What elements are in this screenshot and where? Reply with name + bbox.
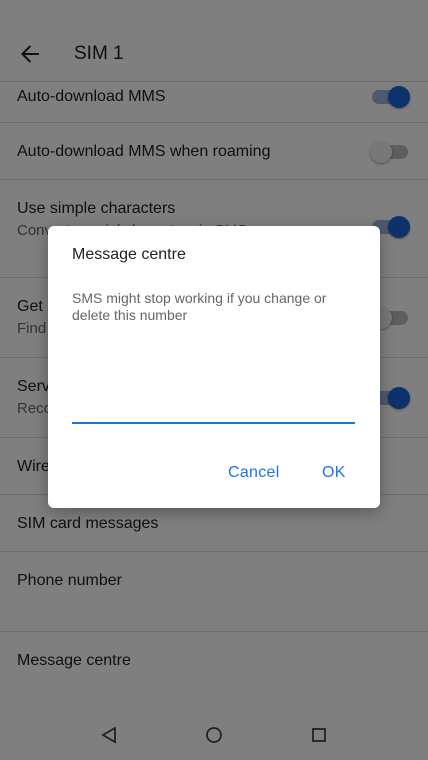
dialog-title: Message centre <box>72 246 186 263</box>
ok-button[interactable]: OK <box>322 464 346 482</box>
dialog-message: SMS might stop working if you change or … <box>72 290 327 323</box>
message-centre-input[interactable] <box>72 396 355 424</box>
message-centre-dialog: Message centre SMS might stop working if… <box>48 226 380 508</box>
cancel-button[interactable]: Cancel <box>228 464 280 482</box>
